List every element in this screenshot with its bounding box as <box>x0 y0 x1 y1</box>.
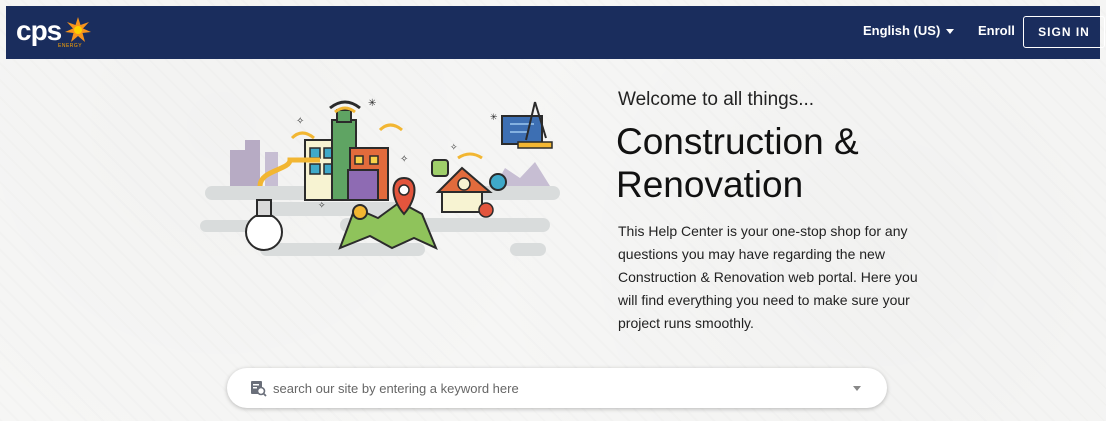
logo-text: cps <box>16 15 62 46</box>
construction-city-illustration: ✳ ✧ ✧ ✳ ✧ ✧ <box>200 98 560 256</box>
logo-subtext: ENERGY <box>58 43 83 49</box>
starburst-icon <box>65 17 92 42</box>
cps-energy-logo[interactable]: cps ENERGY <box>16 15 92 49</box>
search-document-icon <box>251 381 267 397</box>
chevron-down-icon[interactable] <box>853 386 861 391</box>
svg-text:✳: ✳ <box>368 98 376 109</box>
page-title: Construction & Renovation <box>616 120 1056 206</box>
svg-text:✧: ✧ <box>450 143 458 153</box>
sign-in-button[interactable]: SIGN IN <box>1023 16 1105 48</box>
svg-text:✧: ✧ <box>400 154 408 165</box>
enroll-link[interactable]: Enroll <box>978 23 1015 38</box>
chevron-down-icon <box>946 29 955 34</box>
title-line-1: Construction & <box>616 121 859 162</box>
hero-description: This Help Center is your one-stop shop f… <box>618 223 918 331</box>
top-nav-bar: cps ENERGY English (US) Enroll SIGN IN <box>6 6 1105 59</box>
search-bar[interactable] <box>227 368 887 408</box>
language-label: English (US) <box>863 23 941 38</box>
search-input[interactable] <box>271 379 835 397</box>
welcome-text: Welcome to all things... <box>618 89 815 110</box>
language-selector[interactable]: English (US) <box>863 23 955 38</box>
svg-text:✧: ✧ <box>318 201 326 211</box>
title-line-2: Renovation <box>616 164 804 205</box>
page: cps ENERGY English (US) Enroll SIGN IN ✳… <box>0 0 1106 421</box>
svg-text:✳: ✳ <box>490 113 498 123</box>
svg-text:✧: ✧ <box>296 116 304 127</box>
